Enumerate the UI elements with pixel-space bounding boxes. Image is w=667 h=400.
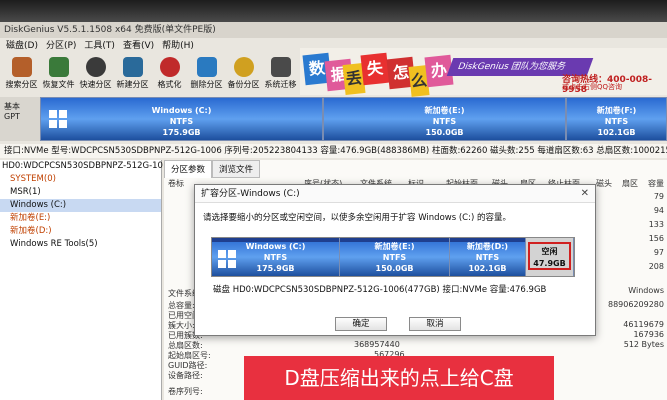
tab-strip: 分区参数 浏览文件 [164, 160, 261, 178]
backup-partition-icon [233, 57, 254, 77]
ad-banner[interactable]: 数 据 丢 失 怎 么 办 DiskGenius 团队为您服务 咨询热线：400… [300, 48, 667, 97]
windows-logo-icon [218, 250, 236, 268]
dialog-free-space[interactable]: 空闲 47.9GB [526, 238, 574, 276]
cell-value: 208 [648, 262, 664, 271]
menu-view[interactable]: 查看(V) [123, 38, 154, 54]
disk-type-label: 基本 GPT [0, 97, 40, 141]
search-partition-icon [11, 57, 32, 77]
recover-file-icon [48, 57, 69, 77]
param-label: 设备路径: [168, 371, 203, 380]
param-value: 88906209280 [608, 300, 664, 309]
cancel-button[interactable]: 取消 [409, 317, 461, 331]
tree-item-new-volume-e[interactable]: 新加卷(E:) [0, 212, 161, 225]
disk-partition-e[interactable]: 新加卷(E:) NTFS 150.0GB [323, 97, 566, 141]
param-value: 46119679 [623, 320, 664, 329]
dialog-disk-map: Windows (C:) NTFS 175.9GB 新加卷(E:) NTFS 1… [211, 237, 575, 277]
disk-partition-c[interactable]: Windows (C:) NTFS 175.9GB [40, 97, 323, 141]
disk-info-line: 接口:NVMe 型号:WDCPCSN530SDBPNPZ-512G-1006 序… [0, 144, 667, 158]
cell-value: 94 [653, 206, 664, 215]
toolbar-recover-file[interactable]: 恢复文件 [41, 55, 76, 95]
cell-value: 133 [648, 220, 664, 229]
caption-overlay: D盘压缩出来的点上给C盘 [244, 356, 554, 400]
free-space-selection: 空闲 47.9GB [528, 242, 571, 270]
cell-value: 97 [653, 248, 664, 257]
toolbar-backup-partition[interactable]: 备份分区 [226, 55, 261, 95]
disk-map: Windows (C:) NTFS 175.9GB 新加卷(E:) NTFS 1… [40, 97, 667, 141]
toolbar-search-partition[interactable]: 搜索分区 [4, 55, 39, 95]
toolbar-delete-partition[interactable]: 删除分区 [189, 55, 224, 95]
col-label: 卷标 [168, 179, 184, 188]
param-value: 167936 [633, 330, 664, 339]
param-value: Windows [628, 286, 664, 295]
menu-help[interactable]: 帮助(H) [162, 38, 194, 54]
tab-browse-files[interactable]: 浏览文件 [212, 160, 261, 178]
dialog-partition-c[interactable]: Windows (C:) NTFS 175.9GB [212, 238, 340, 276]
tree-item-new-volume-d[interactable]: 新加卷(D:) [0, 225, 161, 238]
tree-item-windows-re[interactable]: Windows RE Tools(5) [0, 238, 161, 251]
disk-tree: HD0:WDCPCSN530SDBPNPZ-512G-10 SYSTEM(0) … [0, 160, 163, 400]
menu-bar: 磁盘(D) 分区(P) 工具(T) 查看(V) 帮助(H) [0, 38, 300, 54]
dialog-disk-info: 磁盘 HD0:WDCPCSN530SDBPNPZ-512G-1006(477GB… [213, 285, 547, 295]
cell-value: 156 [648, 234, 664, 243]
col-sector2: 扇区 [622, 179, 638, 188]
dialog-partition-e[interactable]: 新加卷(E:) NTFS 150.0GB [340, 238, 450, 276]
param-label: 卷序列号: [168, 387, 203, 396]
windows-logo-icon [49, 110, 67, 128]
disk-partition-f[interactable]: 新加卷(F:) NTFS 102.1GB [566, 97, 667, 141]
extend-partition-dialog: 扩容分区-Windows (C:) ✕ 请选择要缩小的分区或空闲空间，以使多余空… [194, 184, 596, 336]
cell-value: 79 [653, 192, 664, 201]
ok-button[interactable]: 确定 [335, 317, 387, 331]
tree-item-hd0[interactable]: HD0:WDCPCSN530SDBPNPZ-512G-10 [0, 160, 163, 173]
hotline-sub: 或点击右侧QQ咨询 [562, 83, 623, 91]
dialog-instruction: 请选择要缩小的分区或空闲空间，以使多余空闲用于扩容 Windows (C:) 的… [203, 213, 511, 223]
menu-tools[interactable]: 工具(T) [84, 38, 115, 54]
menu-partition[interactable]: 分区(P) [46, 38, 76, 54]
dialog-title: 扩容分区-Windows (C:) [195, 185, 595, 203]
toolbar-quick-partition[interactable]: 快速分区 [78, 55, 113, 95]
delete-partition-icon [196, 57, 217, 77]
top-bezel [0, 0, 667, 22]
tree-item-msr[interactable]: MSR(1) [0, 186, 161, 199]
tab-partition-params[interactable]: 分区参数 [164, 160, 213, 178]
toolbar: 搜索分区 恢复文件 快速分区 新建分区 格式化 删除分区 备份分区 系统迁移 [0, 55, 300, 95]
toolbar-new-partition[interactable]: 新建分区 [115, 55, 150, 95]
migrate-system-icon [270, 57, 291, 77]
menu-disk[interactable]: 磁盘(D) [6, 38, 38, 54]
toolbar-format[interactable]: 格式化 [152, 55, 187, 95]
screen: DiskGenius V5.5.1.1508 x64 免费版(单文件PE版) 磁… [0, 0, 667, 400]
banner-char: 失 [360, 52, 390, 86]
param-value: 512 Bytes [623, 340, 664, 349]
window-title: DiskGenius V5.5.1.1508 x64 免费版(单文件PE版) [0, 22, 667, 38]
toolbar-migrate-system[interactable]: 系统迁移 [263, 55, 298, 95]
close-icon[interactable]: ✕ [581, 188, 589, 199]
dialog-partition-d[interactable]: 新加卷(D:) NTFS 102.1GB [450, 238, 526, 276]
tree-item-windows-c[interactable]: Windows (C:) [0, 199, 161, 212]
quick-partition-icon [85, 57, 106, 77]
param-value: 368957440 [354, 340, 400, 349]
new-partition-icon [122, 57, 143, 77]
col-capacity: 容量 [648, 179, 664, 188]
tree-item-system[interactable]: SYSTEM(0) [0, 173, 161, 186]
col-head2: 磁头 [596, 179, 612, 188]
format-icon [159, 57, 180, 77]
